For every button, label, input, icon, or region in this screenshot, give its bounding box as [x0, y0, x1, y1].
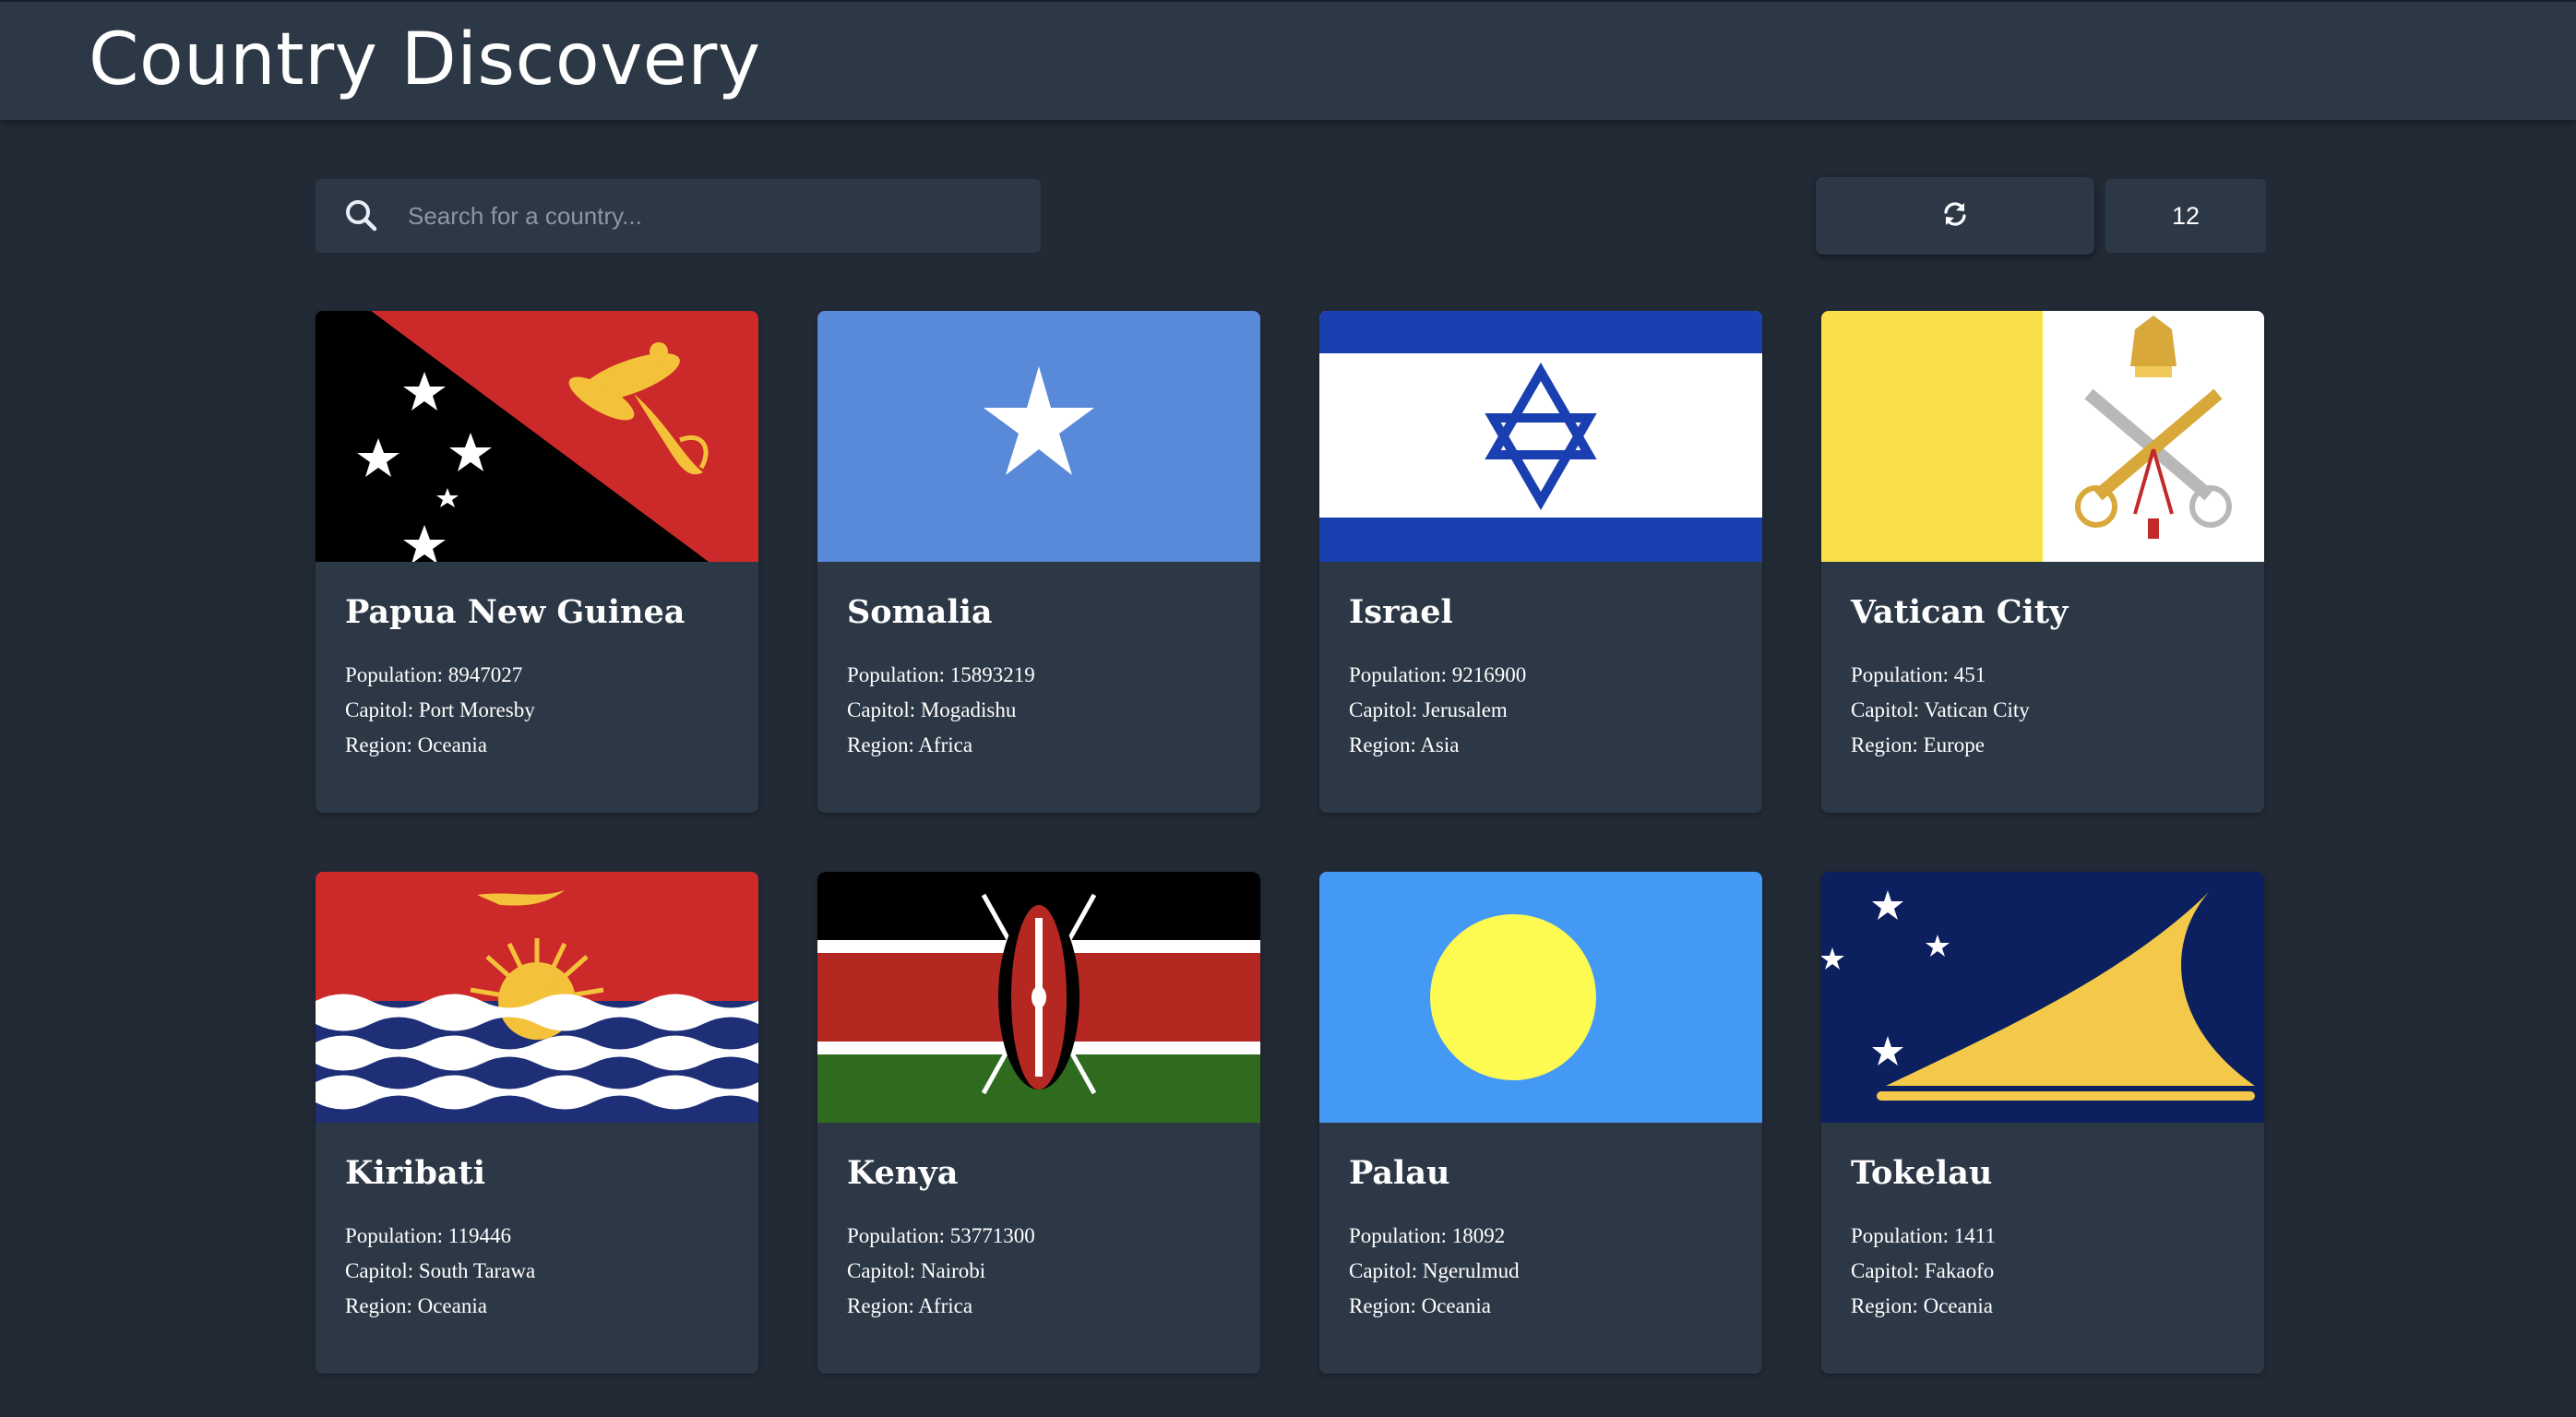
- flag-image: [1821, 311, 2264, 562]
- country-region: Region: Africa: [847, 733, 973, 756]
- flag-image: [316, 311, 758, 562]
- country-capital: Capitol: Vatican City: [1851, 698, 2030, 721]
- country-population: Population: 8947027: [345, 663, 523, 686]
- country-region: Region: Asia: [1349, 733, 1460, 756]
- country-card[interactable]: Israel Population: 9216900 Capitol: Jeru…: [1319, 311, 1762, 813]
- country-name: Tokelau: [1851, 1154, 1993, 1192]
- country-capital: Capitol: Fakaofo: [1851, 1259, 1995, 1282]
- search-bar[interactable]: [316, 179, 1041, 253]
- flag-image: [1821, 872, 2264, 1123]
- country-region: Region: Oceania: [1851, 1294, 1993, 1317]
- app-header: Country Discovery: [0, 0, 2576, 120]
- country-population: Population: 53771300: [847, 1224, 1035, 1247]
- country-card[interactable]: Somalia Population: 15893219 Capitol: Mo…: [817, 311, 1260, 813]
- country-name: Palau: [1349, 1154, 1450, 1192]
- country-capital: Capitol: South Tarawa: [345, 1259, 536, 1282]
- refresh-button[interactable]: [1816, 177, 2094, 255]
- country-population: Population: 9216900: [1349, 663, 1527, 686]
- flag-image: [1319, 311, 1762, 562]
- country-card[interactable]: Palau Population: 18092 Capitol: Ngerulm…: [1319, 872, 1762, 1374]
- country-card[interactable]: Kenya Population: 53771300 Capitol: Nair…: [817, 872, 1260, 1374]
- country-name: Israel: [1349, 593, 1453, 631]
- country-name: Kenya: [847, 1154, 959, 1192]
- country-region: Region: Europe: [1851, 733, 1985, 756]
- country-name: Kiribati: [345, 1154, 486, 1192]
- country-population: Population: 18092: [1349, 1224, 1506, 1247]
- country-capital: Capitol: Nairobi: [847, 1259, 986, 1282]
- country-region: Region: Oceania: [345, 1294, 487, 1317]
- country-capital: Capitol: Ngerulmud: [1349, 1259, 1520, 1282]
- country-region: Region: Oceania: [1349, 1294, 1491, 1317]
- country-card[interactable]: Tokelau Population: 1411 Capitol: Fakaof…: [1821, 872, 2264, 1374]
- search-icon: [343, 197, 380, 234]
- country-population: Population: 451: [1851, 663, 1986, 686]
- country-capital: Capitol: Jerusalem: [1349, 698, 1508, 721]
- country-capital: Capitol: Mogadishu: [847, 698, 1017, 721]
- country-region: Region: Oceania: [345, 733, 487, 756]
- country-capital: Capitol: Port Moresby: [345, 698, 535, 721]
- results-count[interactable]: 12: [2105, 179, 2266, 253]
- country-name: Papua New Guinea: [345, 593, 686, 631]
- country-population: Population: 15893219: [847, 663, 1035, 686]
- country-name: Vatican City: [1851, 593, 2069, 631]
- flag-image: [817, 872, 1260, 1123]
- flag-image: [316, 872, 758, 1123]
- country-card[interactable]: Papua New Guinea Population: 8947027 Cap…: [316, 311, 758, 813]
- country-card[interactable]: Kiribati Population: 119446 Capitol: Sou…: [316, 872, 758, 1374]
- country-region: Region: Africa: [847, 1294, 973, 1317]
- country-population: Population: 119446: [345, 1224, 511, 1247]
- search-input[interactable]: [408, 179, 1017, 253]
- refresh-icon: [1941, 200, 1969, 232]
- country-card[interactable]: Vatican City Population: 451 Capitol: Va…: [1821, 311, 2264, 813]
- country-name: Somalia: [847, 593, 993, 631]
- country-population: Population: 1411: [1851, 1224, 1996, 1247]
- page-title: Country Discovery: [89, 18, 761, 101]
- flag-image: [1319, 872, 1762, 1123]
- flag-image: [817, 311, 1260, 562]
